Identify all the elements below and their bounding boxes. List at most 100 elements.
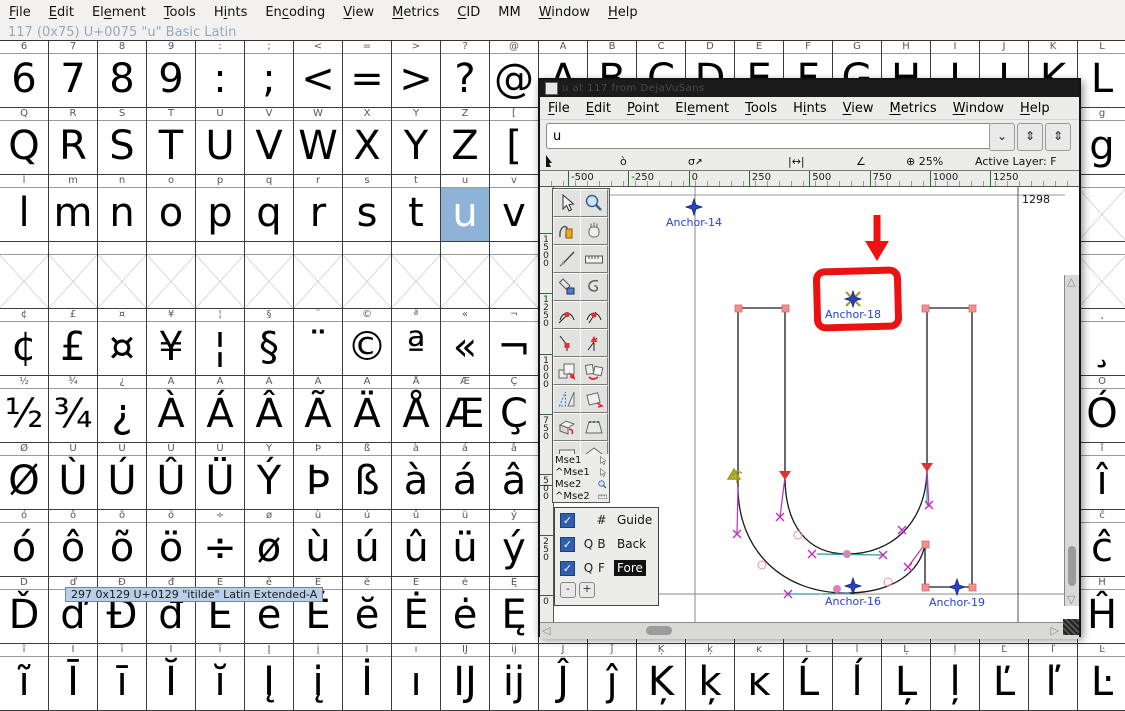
glyph-cell-empty[interactable] [392,242,441,309]
glyph-cell-q[interactable]: qq [245,175,294,242]
glyph-cell-Û[interactable]: ÛÛ [147,443,196,510]
scroll-left-icon[interactable]: ◁ [542,624,550,637]
glyph-cell-¸[interactable]: ¸¸ [1078,309,1125,376]
glyph-cell-Ķ[interactable]: ĶĶ [637,644,686,711]
glyph-cell-t[interactable]: tt [392,175,441,242]
glyph-cell-ĸ[interactable]: ĸĸ [735,644,784,711]
menu-item-tools[interactable]: Tools [155,3,205,22]
glyph-cell-Ĥ[interactable]: ĤĤ [1078,577,1125,644]
layer-visibility-checkbox[interactable]: ✓ [560,537,575,552]
ruler-tool[interactable] [580,245,608,273]
anchor-layer[interactable]: Anchor-14Anchor-18Anchor-16Anchor-19 [666,199,985,609]
perspective-tool[interactable] [580,413,608,441]
glyph-cell->[interactable]: >> [392,41,441,108]
anchor-point[interactable] [949,579,965,595]
horizontal-scrollbar[interactable]: ◁ ▷ [540,622,1079,639]
menu-item-element[interactable]: Element [83,3,155,22]
vertical-scrollbar[interactable]: △ ▽ [1064,275,1079,606]
glyph-cell-empty[interactable] [1078,242,1125,309]
glyph-cell-V[interactable]: VV [245,108,294,175]
glyph-cell-§[interactable]: §§ [245,309,294,376]
glyph-cell-ö[interactable]: öö [147,510,196,577]
glyph-cell-empty[interactable] [490,242,539,309]
glyph-cell-â[interactable]: ââ [490,443,539,510]
glyph-cell-ĵ[interactable]: ĵĵ [588,644,637,711]
glyph-cell-Q[interactable]: QQ [0,108,49,175]
menu-item-view[interactable]: View [835,100,882,117]
glyph-cell-¾[interactable]: ¾¾ [49,376,98,443]
layer-name-fore[interactable]: Fore [614,560,646,576]
skew-tool[interactable] [553,385,581,413]
knife-tool[interactable] [553,245,581,273]
glyph-cell-Ü[interactable]: ÜÜ [196,443,245,510]
glyph-cell-ô[interactable]: ôô [49,510,98,577]
glyph-cell-Ĳ[interactable]: ĲĲ [441,644,490,711]
glyph-cell-ĺ[interactable]: ĺĺ [833,644,882,711]
glyph-cell-ļ[interactable]: ļļ [931,644,980,711]
menu-item-help[interactable]: Help [599,3,647,22]
remove-layer-button[interactable]: - [560,582,576,598]
rotate-tool[interactable] [580,385,608,413]
glyph-cell-ú[interactable]: úú [343,510,392,577]
layer-name-back[interactable]: Back [614,536,649,552]
tangent-point-triangles[interactable] [779,463,933,480]
rotate3d-tool[interactable] [553,413,581,441]
menu-item-edit[interactable]: Edit [40,3,83,22]
glyph-cell-ü[interactable]: üü [441,510,490,577]
layer-visibility-checkbox[interactable]: ✓ [560,561,575,576]
menu-item-window[interactable]: Window [530,3,599,22]
menu-item-encoding[interactable]: Encoding [256,3,334,22]
magnify-tool[interactable] [580,189,608,217]
glyph-cell-¬[interactable]: ¬¬ [490,309,539,376]
glyph-cell-m[interactable]: mm [49,175,98,242]
glyph-cell-Â[interactable]: ÂÂ [245,376,294,443]
glyph-cell-6[interactable]: 66 [0,41,49,108]
menu-item-point[interactable]: Point [619,100,667,117]
glyph-cell-empty[interactable] [196,242,245,309]
glyph-cell-ė[interactable]: ėė [441,577,490,644]
glyph-cell-n[interactable]: nn [98,175,147,242]
glyph-dropdown-button[interactable]: ⌄ [989,123,1015,151]
glyph-outline[interactable] [738,308,972,593]
menu-item-help[interactable]: Help [1012,100,1058,117]
glyph-cell-9[interactable]: 99 [147,41,196,108]
glyph-cell-Æ[interactable]: ÆÆ [441,376,490,443]
glyph-cell-R[interactable]: RR [49,108,98,175]
prev-glyph-button[interactable]: ⇕ [1017,123,1043,151]
glyph-cell-Ę[interactable]: ĘĘ [490,577,539,644]
pointer-tool[interactable] [553,189,581,217]
glyph-cell-©[interactable]: ©© [343,309,392,376]
glyph-cell-Ó[interactable]: ÓÓ [1078,376,1125,443]
glyph-cell-Ã[interactable]: ÃÃ [294,376,343,443]
glyph-cell-«[interactable]: «« [441,309,490,376]
glyph-cell-İ[interactable]: İİ [343,644,392,711]
glyph-cell-Ú[interactable]: ÚÚ [98,443,147,510]
menu-item-file[interactable]: File [0,3,40,22]
menu-item-tools[interactable]: Tools [737,100,785,117]
menu-item-cid[interactable]: CID [448,3,489,22]
anchor-point[interactable] [686,199,702,215]
glyph-cell-Ŀ[interactable]: ĿĿ [1078,644,1125,711]
glyph-cell-Å[interactable]: ÅÅ [392,376,441,443]
menu-item-metrics[interactable]: Metrics [882,100,945,117]
glyph-cell-s[interactable]: ss [343,175,392,242]
glyph-cell-Ĺ[interactable]: ĹĹ [784,644,833,711]
glyph-cell-p[interactable]: pp [196,175,245,242]
flip-tool[interactable] [580,357,608,385]
glyph-cell-£[interactable]: ££ [49,309,98,376]
tangent-point-tool[interactable] [580,329,608,357]
glyph-cell-į[interactable]: įį [294,644,343,711]
glyph-cell-Į[interactable]: ĮĮ [245,644,294,711]
glyph-cell-û[interactable]: ûû [392,510,441,577]
pen-tool[interactable] [553,273,581,301]
glyph-cell-7[interactable]: 77 [49,41,98,108]
glyph-cell-Ļ[interactable]: ĻĻ [882,644,931,711]
menu-item-hints[interactable]: Hints [205,3,257,22]
glyph-cell-o[interactable]: oo [147,175,196,242]
glyph-cell-8[interactable]: 88 [98,41,147,108]
glyph-cell-ľ[interactable]: ľľ [1029,644,1078,711]
editor-titlebar[interactable]: u at 117 from DejaVuSans [540,80,1079,97]
glyph-cell-à[interactable]: àà [392,443,441,510]
glyph-cell-Á[interactable]: ÁÁ [196,376,245,443]
glyph-cell-î[interactable]: îî [1078,443,1125,510]
